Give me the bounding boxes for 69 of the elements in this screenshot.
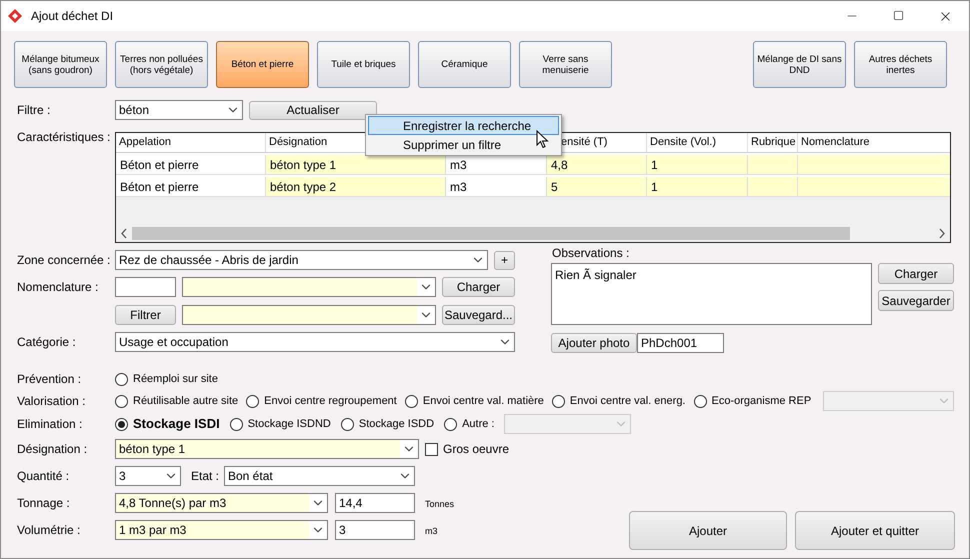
refresh-button[interactable]: Actualiser: [249, 100, 377, 120]
category-button[interactable]: Mélange bitumeux (sans goudron): [14, 41, 107, 88]
table-cell: 5: [547, 177, 647, 196]
category-button[interactable]: Béton et pierre: [216, 41, 309, 88]
column-header[interactable]: Appelation: [116, 133, 266, 152]
radio-option[interactable]: Réemploi sur site: [115, 370, 218, 388]
quantity-combo[interactable]: 3: [115, 466, 181, 486]
field-label: Quantité :: [17, 469, 70, 483]
rate-combo[interactable]: 4,8 Tonne(s) par m3: [115, 493, 328, 513]
column-header[interactable]: Densite (Vol.): [647, 133, 748, 152]
radio-option[interactable]: Envoi centre val. energ.: [552, 392, 686, 410]
filter-button[interactable]: Filtrer: [115, 305, 176, 325]
category-button[interactable]: Mélange de DI sans DND: [753, 41, 846, 88]
rate-combo[interactable]: 1 m3 par m3: [115, 520, 328, 540]
field-label: Observations :: [552, 245, 630, 262]
table-cell: béton type 1: [266, 155, 446, 174]
load-button[interactable]: Charger: [878, 263, 954, 284]
field-label: Prévention :: [17, 372, 82, 386]
table-cell: 1: [647, 155, 748, 174]
checkbox[interactable]: Gros oeuvre: [425, 440, 510, 458]
action-button[interactable]: Ajouter: [629, 511, 787, 550]
radio-option[interactable]: Stockage ISDI: [115, 414, 220, 434]
zone-combo[interactable]: Rez de chaussée - Abris de jardin: [115, 250, 488, 270]
state-combo[interactable]: Bon état: [224, 466, 415, 486]
amount-field[interactable]: 14,4: [335, 493, 415, 513]
amount-field[interactable]: 3: [335, 520, 415, 540]
category-combo[interactable]: Usage et occupation: [115, 332, 515, 352]
field-label: Elimination :: [17, 417, 82, 431]
category-button[interactable]: Verre sans menuiserie: [519, 41, 612, 88]
designation-combo[interactable]: béton type 1: [115, 439, 419, 459]
radio-option[interactable]: Stockage ISDD: [340, 414, 434, 434]
radio-option[interactable]: Stockage ISDND: [230, 414, 331, 434]
radio-option[interactable]: Envoi centre val. matière: [404, 392, 544, 410]
save-button[interactable]: Sauvegarder: [878, 290, 954, 311]
field-label: Filtre :: [17, 103, 50, 117]
table-cell: béton type 2: [266, 177, 446, 196]
filter-combo[interactable]: béton: [115, 100, 243, 120]
photo-field[interactable]: PhDch001: [637, 333, 724, 353]
field-label: Zone concernée :: [17, 253, 110, 267]
action-button[interactable]: Ajouter et quitter: [795, 511, 955, 550]
category-button[interactable]: Terres non polluées (hors végétale): [115, 41, 208, 88]
column-header[interactable]: Nomenclature: [798, 133, 950, 152]
column-header[interactable]: Rubrique: [748, 133, 798, 152]
field-label: Catégorie :: [17, 335, 76, 349]
radio-option[interactable]: Autre :: [444, 414, 494, 434]
field-label: Nomenclature :: [17, 280, 98, 294]
field-label: Volumétrie :: [17, 523, 80, 537]
window-title: Ajout déchet DI: [31, 8, 114, 25]
field-label: Caractéristiques :: [17, 130, 110, 144]
table-cell: 4,8: [547, 155, 647, 174]
observations-field[interactable]: Rien Ã signaler: [551, 263, 872, 325]
radio-option[interactable]: Envoi centre regroupement: [246, 392, 397, 410]
unit-label: Tonnes: [425, 498, 454, 512]
table-cell: 1: [647, 177, 748, 196]
unit-label: m3: [425, 525, 438, 538]
category-button[interactable]: Autres déchets inertes: [854, 41, 947, 88]
category-button[interactable]: Tuile et briques: [317, 41, 410, 88]
field-label: Désignation :: [17, 442, 88, 456]
radio-option[interactable]: Réutilisable autre site: [115, 392, 238, 410]
add-button[interactable]: +: [494, 250, 515, 270]
save-button[interactable]: Sauvegard...: [442, 305, 515, 325]
field-label: Tonnage :: [17, 496, 70, 510]
menu-item[interactable]: Enregistrer la recherche: [368, 116, 559, 135]
radio-option[interactable]: Eco-organisme REP: [694, 392, 812, 410]
field-label: Valorisation :: [17, 394, 86, 408]
category-button[interactable]: Céramique: [418, 41, 511, 88]
field-label: Etat :: [191, 469, 220, 483]
load-button[interactable]: Charger: [442, 277, 515, 297]
add-photo-button[interactable]: Ajouter photo: [551, 333, 637, 353]
